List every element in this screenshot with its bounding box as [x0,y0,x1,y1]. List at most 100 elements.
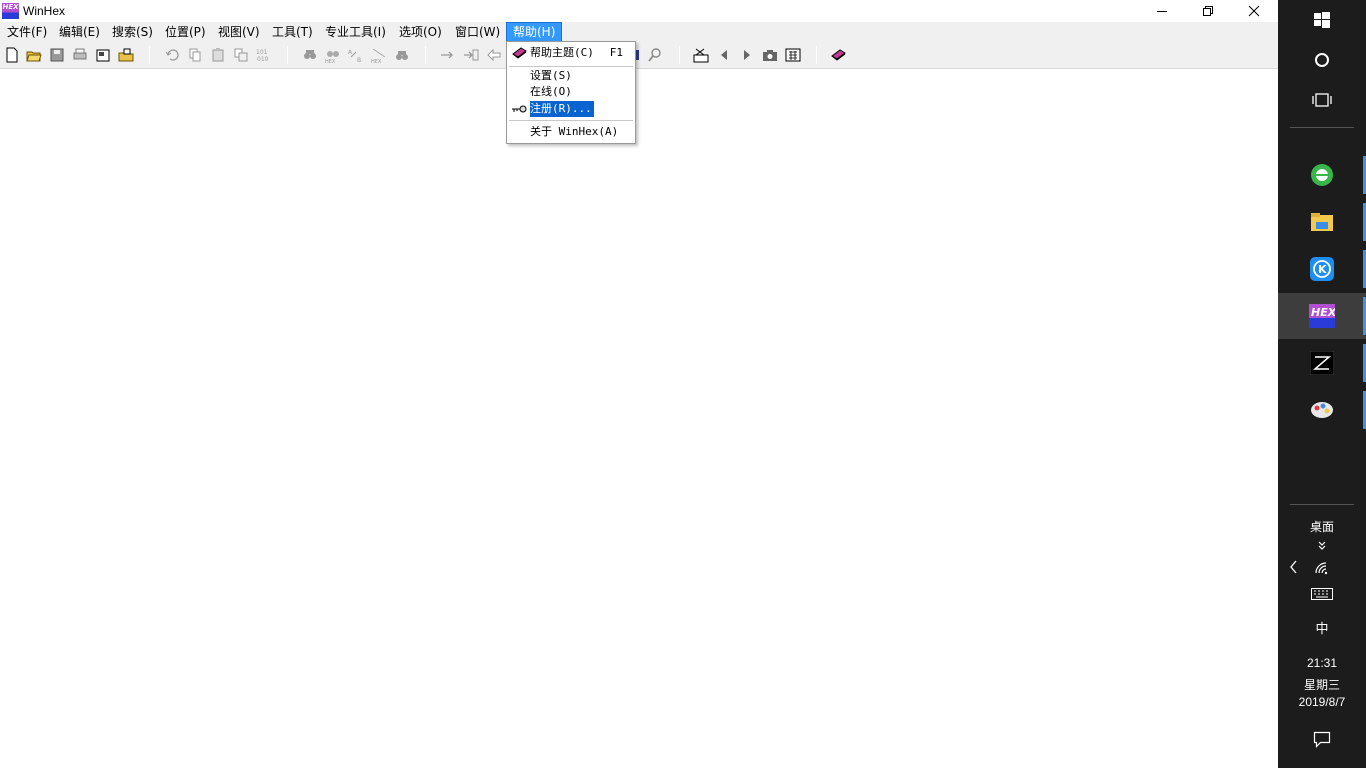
taskbar-app-z[interactable] [1278,343,1366,383]
menu-position[interactable]: 位置(P) [159,23,212,41]
help-topics-item[interactable]: 帮助主题(C) F1 [509,45,633,61]
taskbar: K HEX 桌面 中 21:31 星期三 2019/8/7 [1278,0,1366,768]
svg-text:101: 101 [256,49,268,56]
copy-icon[interactable] [210,47,226,63]
cortana-button[interactable] [1278,44,1366,76]
menu-specialist-tools[interactable]: 专业工具(I) [319,23,392,41]
cut-icon[interactable] [187,47,203,63]
toolbar-separator [149,46,150,64]
settings-item[interactable]: 设置(S) [509,68,633,84]
z-app-icon [1310,351,1334,375]
window-title: WinHex [23,4,66,18]
network-button[interactable] [1278,559,1366,577]
register-label: 注册(R)... [530,101,594,117]
new-file-icon[interactable] [4,47,20,63]
toolbar-separator [287,46,288,64]
taskbar-app-kugou[interactable]: K [1278,249,1366,289]
menu-separator [509,66,633,67]
clock-date[interactable]: 2019/8/7 [1278,695,1366,709]
menu-window[interactable]: 窗口(W) [449,23,506,41]
online-item[interactable]: 在线(O) [509,84,633,100]
find-text-icon[interactable] [302,47,318,63]
ime-indicator[interactable]: 中 [1278,618,1366,637]
winhex-window: HEX WinHex 文件(F) 编辑(E) 搜索(S) 位置(P) 视图(V)… [0,0,1278,768]
disk-tools-icon[interactable] [693,47,709,63]
undo-icon[interactable] [164,47,180,63]
go-to-offset-icon[interactable] [440,47,456,63]
about-item[interactable]: 关于 WinHex(A) [509,124,633,140]
touch-keyboard-button[interactable] [1278,585,1366,603]
expand-toolbar-button[interactable] [1278,538,1366,554]
camera-icon[interactable] [762,47,778,63]
open-folder-icon[interactable] [26,47,42,63]
properties-icon[interactable] [95,47,111,63]
toolbar-separator [816,46,817,64]
menu-view[interactable]: 视图(V) [212,23,266,41]
find-hex-icon[interactable]: HEX [325,47,341,63]
winhex-taskbar-icon: HEX [1309,304,1335,328]
go-to-sector-icon[interactable] [463,47,479,63]
close-button[interactable] [1231,0,1277,22]
kugou-icon: K [1310,257,1334,281]
keyboard-icon [1311,588,1333,600]
minimize-icon [1157,11,1167,12]
svg-text:B: B [357,57,361,63]
svg-text:A: A [348,49,353,56]
svg-text:K: K [1318,263,1327,276]
calculator-icon[interactable] [785,47,801,63]
replace-text-icon[interactable]: AB [348,47,364,63]
find-again-icon[interactable] [394,47,410,63]
browser-app-icon [1311,164,1333,186]
help-topics-label: 帮助主题(C) [530,46,594,59]
menu-bar: 文件(F) 编辑(E) 搜索(S) 位置(P) 视图(V) 工具(T) 专业工具… [0,22,1278,42]
start-button[interactable] [1278,4,1366,36]
write-block-icon[interactable]: 101010 [256,47,272,63]
book-icon [512,47,527,59]
wifi-icon [1315,562,1328,575]
restore-icon [1203,6,1213,16]
taskbar-app-explorer[interactable] [1278,202,1366,242]
desktop-toolbar-label[interactable]: 桌面 [1278,518,1366,535]
file-explorer-icon [1311,213,1333,231]
next-icon[interactable] [739,47,755,63]
minimize-button[interactable] [1139,0,1185,22]
svg-text:HEX: HEX [325,59,336,63]
online-label: 在线(O) [530,85,572,98]
taskbar-app-winhex[interactable]: HEX [1278,293,1366,339]
menu-options[interactable]: 选项(O) [393,23,448,41]
register-item[interactable]: 注册(R)... [509,101,633,117]
menu-file[interactable]: 文件(F) [1,23,53,41]
previous-icon[interactable] [716,47,732,63]
paste-icon[interactable] [233,47,249,63]
replace-hex-icon[interactable]: HEX [371,47,387,63]
paint-app-icon [1311,402,1333,418]
save-icon[interactable] [49,47,65,63]
toolbar-separator [425,46,426,64]
svg-text:HEX: HEX [1311,306,1335,319]
menu-tools[interactable]: 工具(T) [266,23,319,41]
menu-edit[interactable]: 编辑(E) [53,23,106,41]
open-disk-icon[interactable] [118,47,134,63]
task-view-icon [1312,93,1332,107]
clock-weekday[interactable]: 星期三 [1278,676,1366,693]
clock-time[interactable]: 21:31 [1278,656,1366,670]
menu-search[interactable]: 搜索(S) [106,23,159,41]
double-chevron-down-icon [1318,541,1326,550]
winhex-app-icon[interactable]: HEX [2,3,19,19]
title-bar[interactable]: HEX WinHex [0,0,1278,22]
help-book-icon[interactable] [830,47,846,63]
cortana-circle-icon [1315,53,1329,67]
action-center-button[interactable] [1278,728,1366,750]
taskbar-app-paint[interactable] [1278,390,1366,430]
toolbar: 101 010 HEX AB HEX [0,42,1278,69]
menu-help[interactable]: 帮助(H) [505,22,563,42]
print-icon[interactable] [72,47,88,63]
about-label: 关于 WinHex(A) [530,125,619,138]
svg-text:010: 010 [257,56,269,63]
windows-logo-icon [1314,12,1330,28]
taskbar-app-browser[interactable] [1278,155,1366,195]
task-view-button[interactable] [1278,84,1366,116]
restore-button[interactable] [1185,0,1231,22]
zoom-icon[interactable] [647,47,663,63]
back-icon[interactable] [486,47,502,63]
